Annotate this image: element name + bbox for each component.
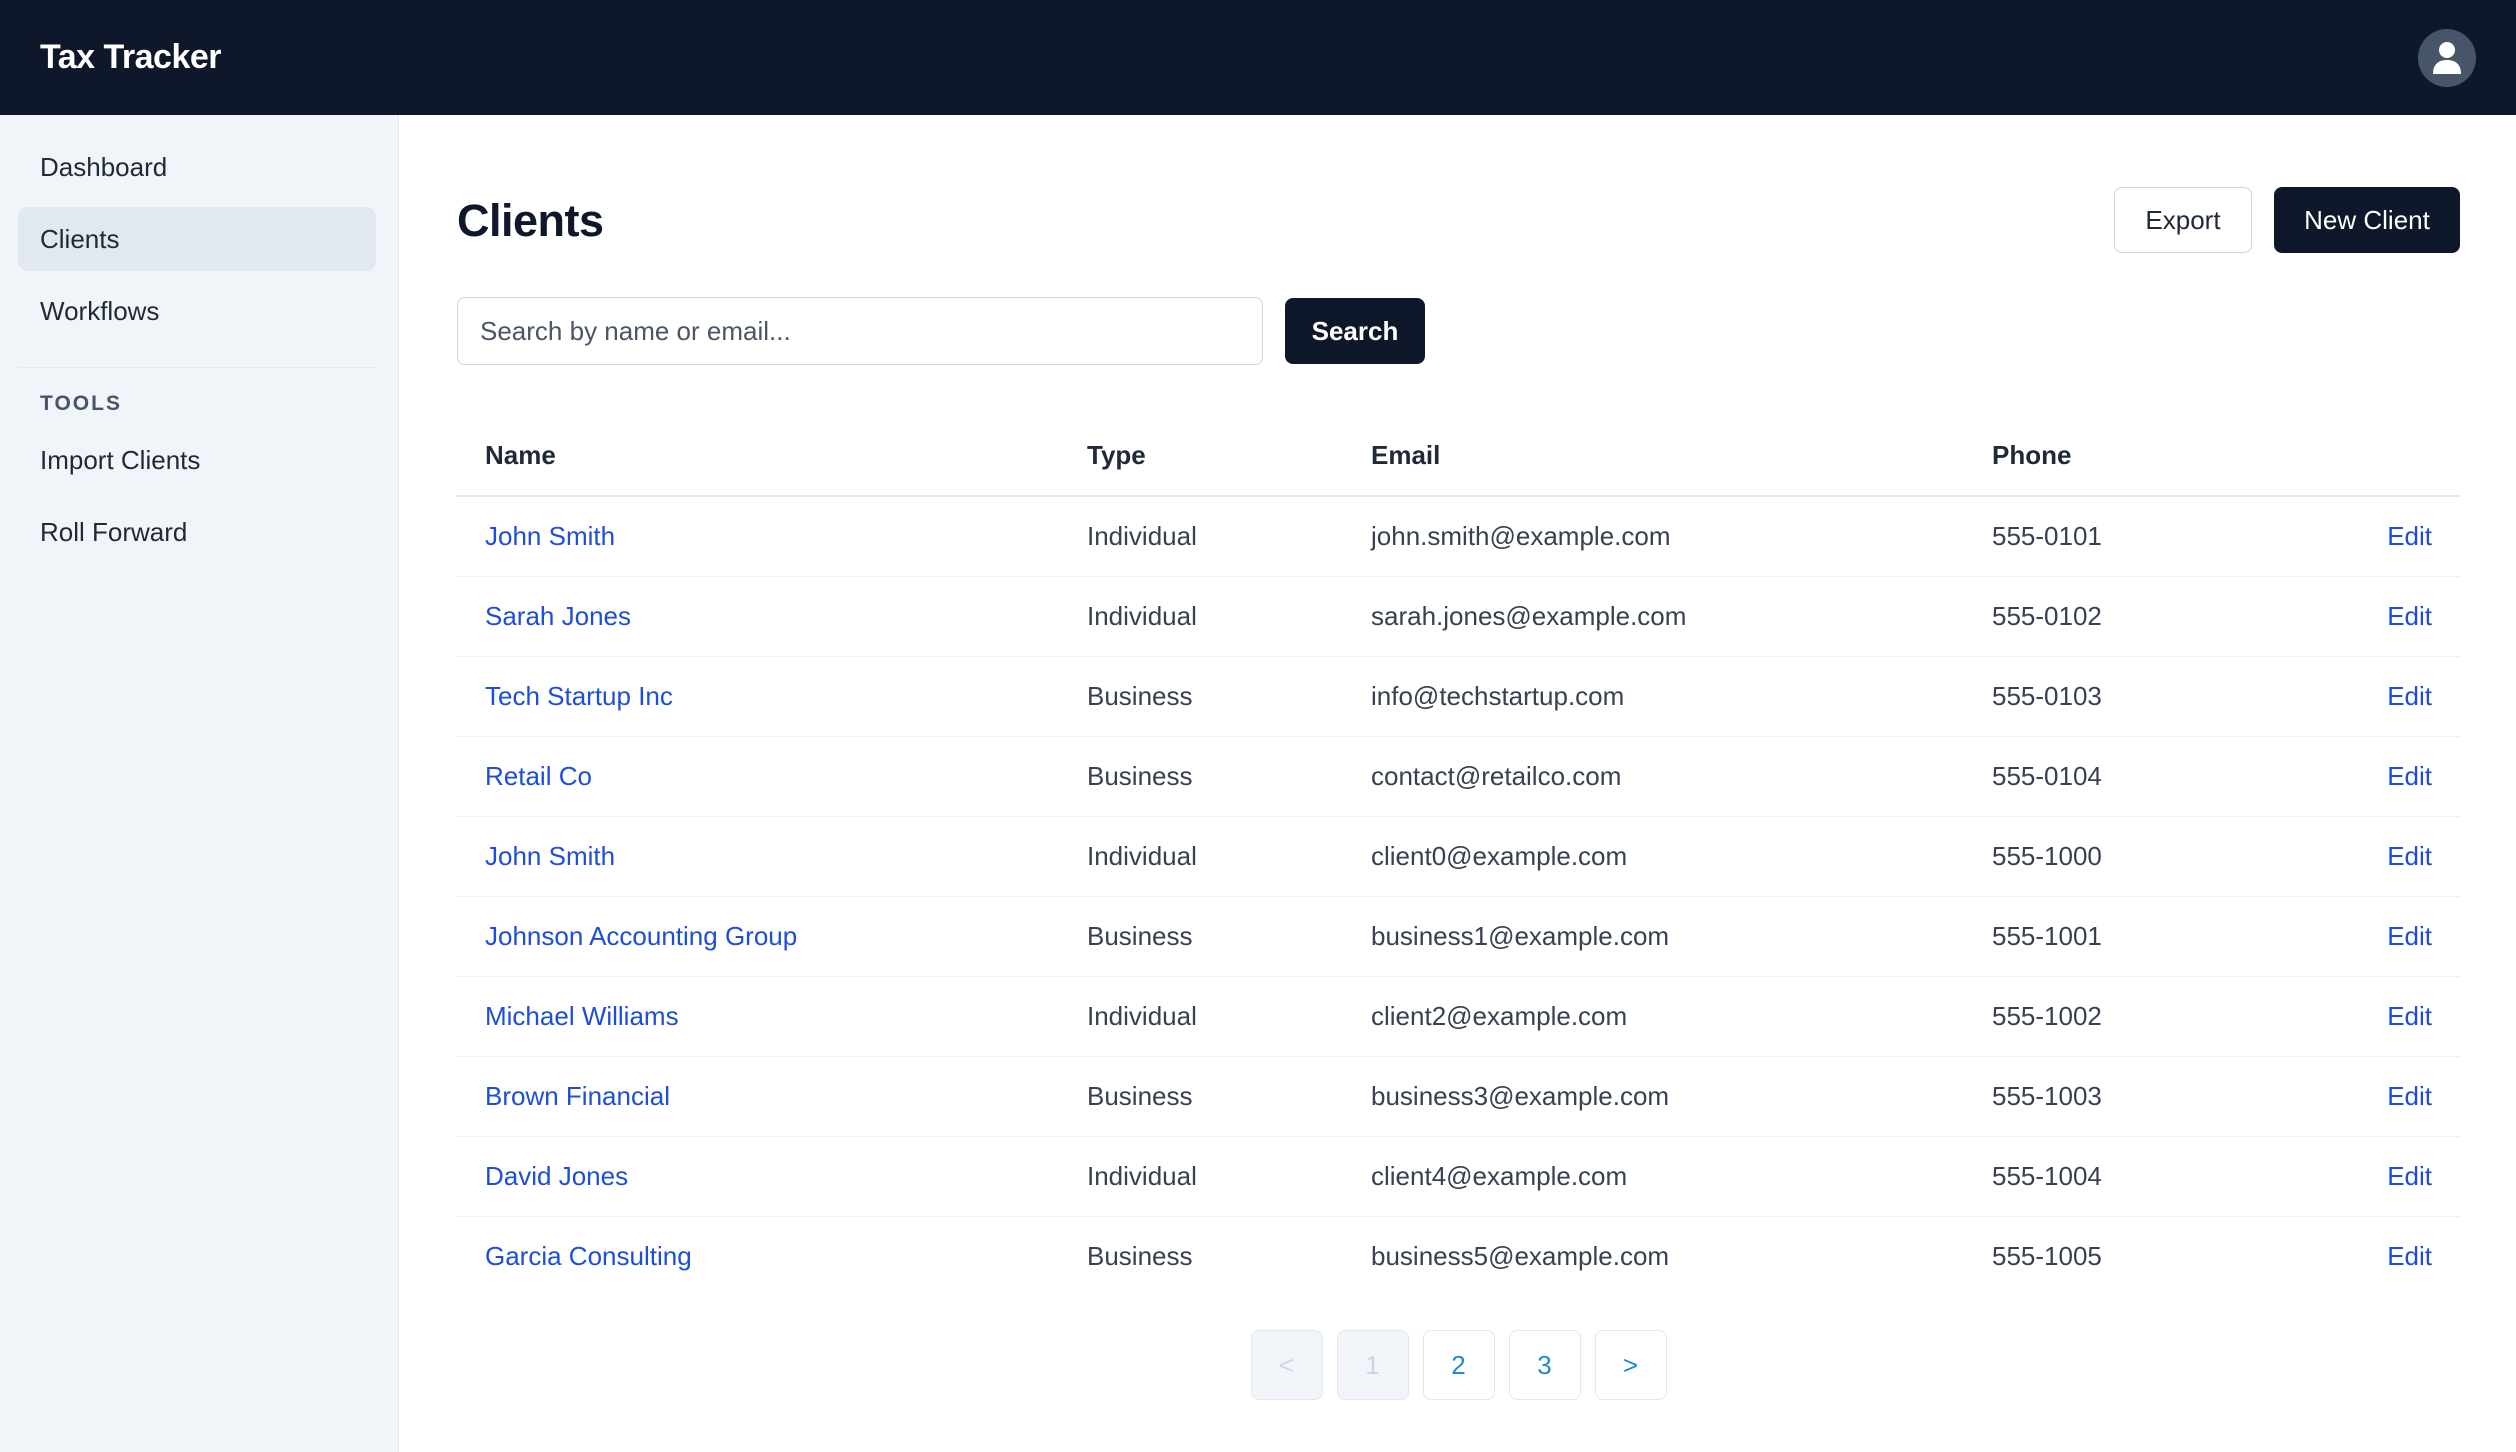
client-phone: 555-0102 [1992,576,2362,657]
export-button[interactable]: Export [2114,187,2252,253]
client-name-link[interactable]: Retail Co [485,761,592,791]
page-title: Clients [457,195,604,246]
sidebar-item-label: Roll Forward [40,516,188,547]
edit-link[interactable]: Edit [2387,1001,2432,1031]
sidebar-section-tools: TOOLS [40,392,122,415]
client-phone: 555-0101 [1992,496,2362,577]
sidebar-item-clients[interactable]: Clients [18,207,376,271]
client-type: Business [1087,1241,1193,1271]
client-name-link[interactable]: Michael Williams [485,1001,679,1031]
client-email: client2@example.com [1371,976,1992,1057]
sidebar-item-label: Clients [40,223,120,254]
edit-link[interactable]: Edit [2387,681,2432,711]
table-row: Johnson Accounting Group Business busine… [457,896,2460,977]
table-row: Brown Financial Business business3@examp… [457,1056,2460,1137]
search-input[interactable] [457,297,1263,365]
column-header-phone: Phone [1992,415,2362,497]
edit-link[interactable]: Edit [2387,761,2432,791]
client-phone: 555-1002 [1992,976,2362,1057]
pagination-page-3[interactable]: 3 [1508,1330,1581,1400]
client-phone: 555-0104 [1992,736,2362,817]
table-row: John Smith Individual client0@example.co… [457,816,2460,897]
client-name-link[interactable]: Garcia Consulting [485,1241,692,1271]
column-header-type: Type [1087,415,1371,497]
client-name-link[interactable]: Sarah Jones [485,601,631,631]
user-avatar[interactable] [2418,28,2476,87]
client-type: Individual [1087,576,1371,657]
client-type: Individual [1087,816,1371,897]
client-name-link[interactable]: Johnson Accounting Group [485,921,797,951]
table-row: Retail Co Business contact@retailco.com … [457,736,2460,817]
top-bar: Tax Tracker [0,0,2516,115]
client-type: Business [1087,656,1371,737]
column-header-name: Name [457,415,1087,497]
page-header: Clients Export New Client [457,187,2460,257]
table-row: Tech Startup Inc Business info@techstart… [457,656,2460,737]
client-type: Business [1087,736,1371,817]
sidebar-item-workflows[interactable]: Workflows [18,279,376,343]
app-title: Tax Tracker [40,38,222,76]
search-button[interactable]: Search [1285,298,1425,364]
pagination-page-1[interactable]: 1 [1336,1330,1409,1400]
client-phone: 555-1003 [1992,1056,2362,1137]
client-email: john.smith@example.com [1371,496,1992,577]
edit-link[interactable]: Edit [2387,601,2432,631]
client-email: sarah.jones@example.com [1371,576,1992,657]
pagination-next-button[interactable]: > [1594,1330,1667,1400]
client-name-link[interactable]: John Smith [485,521,615,551]
client-name-link[interactable]: Brown Financial [485,1081,670,1111]
edit-link[interactable]: Edit [2387,1241,2432,1271]
sidebar-item-label: Import Clients [40,444,201,475]
sidebar-item-label: Workflows [40,295,160,326]
sidebar-item-label: Dashboard [40,151,168,182]
table-row: Garcia Consulting Business business5@exa… [457,1217,2460,1297]
client-name-link[interactable]: David Jones [485,1161,628,1191]
sidebar: Dashboard Clients Workflows TOOLS Import… [0,115,399,1452]
edit-link[interactable]: Edit [2387,841,2432,871]
client-email: business3@example.com [1371,1056,1992,1137]
user-icon [2433,41,2461,74]
client-email: client4@example.com [1371,1136,1992,1217]
column-header-email: Email [1371,415,1992,497]
pagination: < 1 2 3 > [457,1330,2460,1400]
client-phone: 555-1005 [1992,1241,2102,1271]
pagination-prev-button[interactable]: < [1250,1330,1323,1400]
client-type: Individual [1087,976,1371,1057]
column-header-actions [2362,415,2460,497]
client-email: business1@example.com [1371,896,1992,977]
client-name-link[interactable]: Tech Startup Inc [485,681,673,711]
client-type: Business [1087,1056,1371,1137]
client-name-link[interactable]: John Smith [485,841,615,871]
client-email: business5@example.com [1371,1241,1670,1271]
table-header-row: Name Type Email Phone [457,415,2460,497]
clients-table: Name Type Email Phone John Smith Individ… [457,415,2460,1296]
edit-link[interactable]: Edit [2387,1161,2432,1191]
sidebar-item-import-clients[interactable]: Import Clients [18,428,376,492]
sidebar-item-dashboard[interactable]: Dashboard [18,135,376,199]
new-client-button[interactable]: New Client [2274,187,2460,253]
table-row: David Jones Individual client4@example.c… [457,1136,2460,1217]
client-type: Individual [1087,1136,1371,1217]
table-row: Sarah Jones Individual sarah.jones@examp… [457,576,2460,657]
edit-link[interactable]: Edit [2387,1081,2432,1111]
table-row: Michael Williams Individual client2@exam… [457,976,2460,1057]
client-phone: 555-0103 [1992,656,2362,737]
client-email: info@techstartup.com [1371,656,1992,737]
client-email: client0@example.com [1371,816,1992,897]
edit-link[interactable]: Edit [2387,921,2432,951]
sidebar-item-roll-forward[interactable]: Roll Forward [18,500,376,564]
client-phone: 555-1004 [1992,1136,2362,1217]
pagination-page-2[interactable]: 2 [1422,1330,1495,1400]
client-email: contact@retailco.com [1371,736,1992,817]
sidebar-divider [18,367,376,368]
client-phone: 555-1001 [1992,896,2362,977]
edit-link[interactable]: Edit [2387,521,2432,551]
table-row: John Smith Individual john.smith@example… [457,496,2460,577]
client-type: Business [1087,896,1371,977]
client-type: Individual [1087,496,1371,577]
client-phone: 555-1000 [1992,816,2362,897]
